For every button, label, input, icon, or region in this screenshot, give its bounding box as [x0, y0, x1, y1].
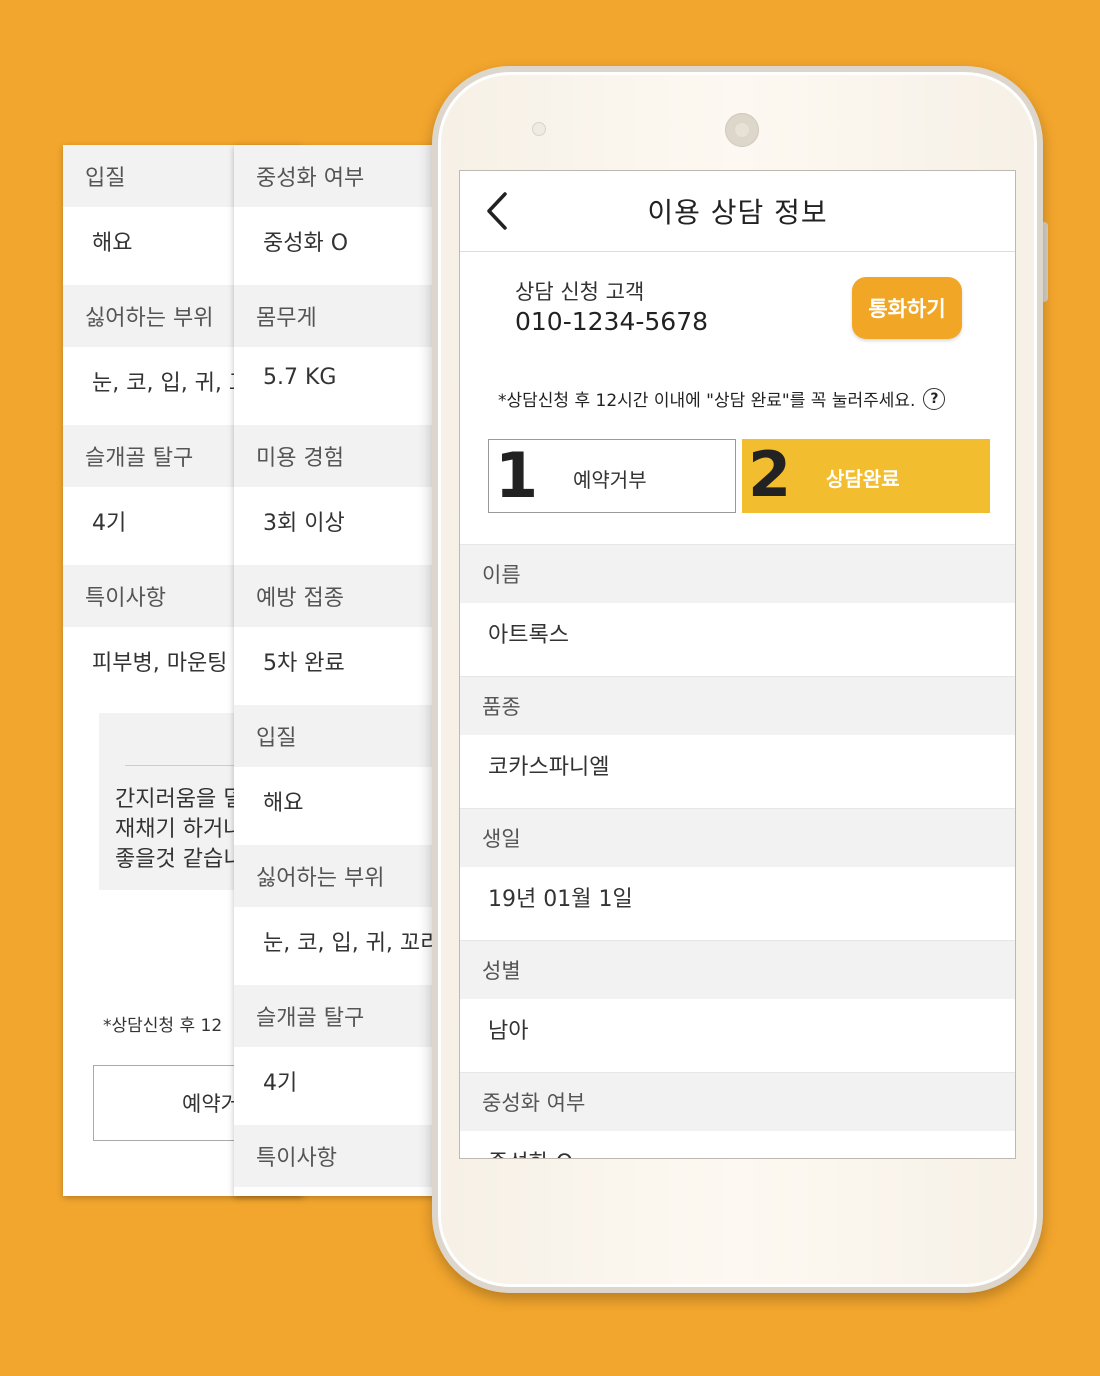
- field-label: 성별: [460, 940, 1015, 999]
- step-number: 2: [748, 438, 792, 511]
- field-label: 중성화 여부: [234, 145, 464, 207]
- field-label: 슬개골 탈구: [234, 985, 464, 1047]
- field-label: 이름: [460, 544, 1015, 603]
- back-button[interactable]: [482, 189, 512, 233]
- field-value: 3회 이상: [234, 487, 464, 565]
- notice-text: *상담신청 후 12: [103, 1016, 223, 1036]
- field-value: 해요: [234, 767, 464, 845]
- camera-icon: [532, 122, 546, 136]
- field-value: 중성화 O: [234, 207, 464, 285]
- action-buttons: 1 예약거부 2 상담완료: [488, 439, 990, 513]
- field-value: 19년 01월 1일: [460, 867, 1015, 940]
- header: 이용 상담 정보: [460, 171, 1015, 252]
- field-label: 입질: [234, 705, 464, 767]
- step-number: 1: [495, 439, 539, 512]
- speaker-icon: [725, 113, 759, 147]
- field-label: 예방 접종: [234, 565, 464, 627]
- notice-text: *상담신청 후 12시간 이내에 "상담 완료"를 꼭 눌러주세요.: [498, 391, 916, 411]
- reject-label: 예약거: [182, 1092, 240, 1116]
- field-value: 5.7 KG: [234, 347, 464, 425]
- field-label: 특이사항: [234, 1125, 464, 1187]
- customer-phone: 010-1234-5678: [515, 307, 709, 336]
- question-circle-icon[interactable]: ?: [923, 387, 946, 410]
- background-screen-middle: 중성화 여부 중성화 O 몸무게 5.7 KG 미용 경험 3회 이상 예방 접…: [234, 145, 464, 1196]
- field-label: 싫어하는 부위: [234, 845, 464, 907]
- page-title: 이용 상담 정보: [647, 196, 828, 229]
- pet-info-list: 이름 아트록스 품종 코카스파니엘 생일 19년 01월 1일 성별 남아 중성…: [460, 544, 1015, 1158]
- field-label: 미용 경험: [234, 425, 464, 487]
- field-value: 코카스파니엘: [460, 735, 1015, 808]
- field-value: 눈, 코, 입, 귀, 꼬리: [234, 907, 464, 985]
- field-label: 중성화 여부: [460, 1072, 1015, 1131]
- call-button[interactable]: 통화하기: [852, 277, 962, 339]
- field-label: 품종: [460, 676, 1015, 735]
- chevron-left-icon: [487, 192, 507, 230]
- field-value: 중성화 O: [460, 1131, 1015, 1158]
- field-value: 아트록스: [460, 603, 1015, 676]
- customer-section: 상담 신청 고객 010-1234-5678 통화하기: [460, 252, 1015, 362]
- field-label: 몸무게: [234, 285, 464, 347]
- reject-reservation-button[interactable]: 1 예약거부: [488, 439, 736, 513]
- reject-label: 예약거부: [573, 468, 647, 492]
- phone-screen: 이용 상담 정보 상담 신청 고객 010-1234-5678 통화하기 *상담…: [459, 170, 1016, 1159]
- notice: *상담신청 후 12시간 이내에 "상담 완료"를 꼭 눌러주세요. ?: [498, 386, 946, 411]
- field-value: 남아: [460, 999, 1015, 1072]
- complete-label: 상담완료: [826, 467, 900, 491]
- special-note-text: 간지러움을 덜 재채기 하거나 좋을것 같습니: [115, 787, 244, 872]
- field-value: 5차 완료: [234, 627, 464, 705]
- field-label: 생일: [460, 808, 1015, 867]
- consultation-complete-button[interactable]: 2 상담완료: [742, 439, 990, 513]
- customer-label: 상담 신청 고객: [515, 280, 645, 304]
- field-value: 4기: [234, 1047, 464, 1125]
